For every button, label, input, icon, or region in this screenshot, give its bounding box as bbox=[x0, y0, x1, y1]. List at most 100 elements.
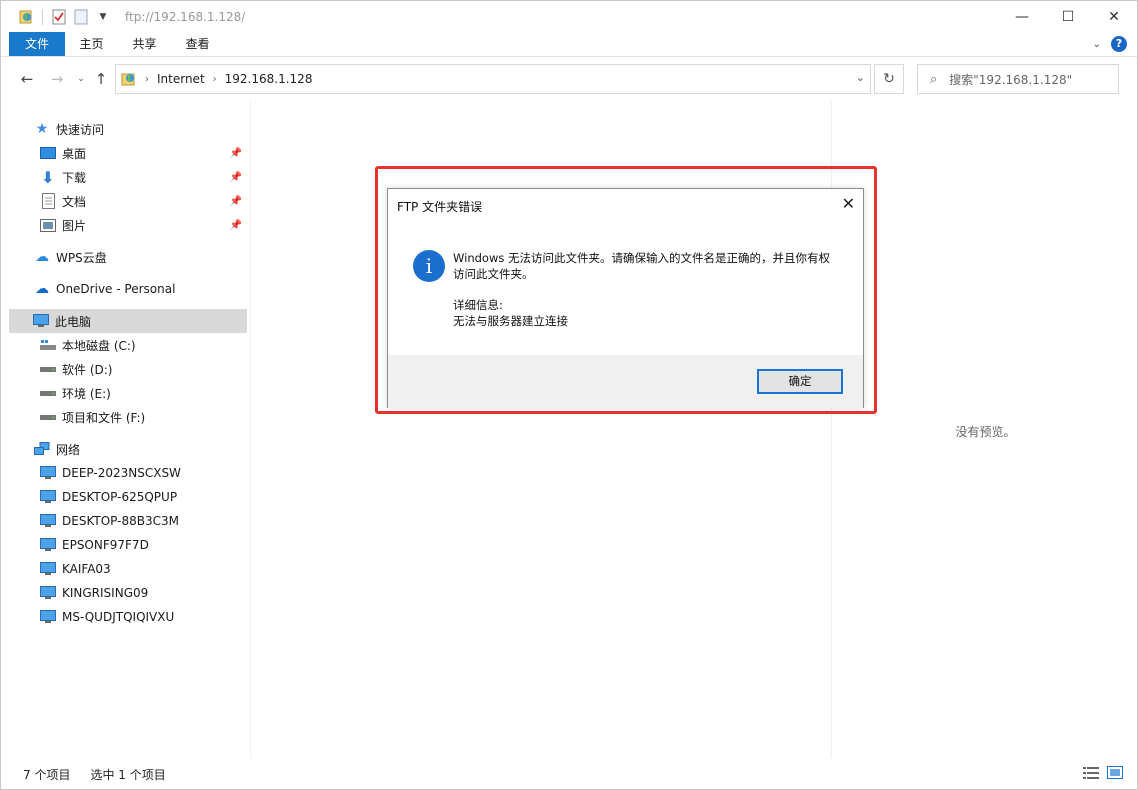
sidebar-item-label: DESKTOP-88B3C3M bbox=[62, 514, 179, 528]
sidebar-item-drive-e[interactable]: 环境 (E:) bbox=[40, 381, 248, 405]
sidebar-item-network[interactable]: 网络 bbox=[34, 437, 248, 461]
sidebar-item-network-computer[interactable]: EPSONF97F7D bbox=[40, 533, 248, 557]
document-icon bbox=[40, 193, 56, 209]
explorer-window: ▼ ftp://192.168.1.128/ — ☐ ✕ 文件 主页 共享 查看… bbox=[0, 0, 1138, 790]
breadcrumb-host[interactable]: 192.168.1.128 bbox=[225, 72, 313, 86]
sidebar-item-downloads[interactable]: ⬇ 下载 📌 bbox=[40, 165, 248, 189]
sidebar-item-this-pc[interactable]: 此电脑 bbox=[9, 309, 247, 333]
details-view-icon[interactable] bbox=[1083, 766, 1099, 783]
tab-file[interactable]: 文件 bbox=[9, 32, 65, 56]
drive-icon bbox=[40, 385, 56, 401]
sidebar-item-network-computer[interactable]: DESKTOP-625QPUP bbox=[40, 485, 248, 509]
search-placeholder: 搜索"192.168.1.128" bbox=[949, 72, 1073, 87]
new-folder-icon[interactable] bbox=[73, 9, 89, 25]
ribbon-right-controls: ⌄ ? bbox=[1093, 36, 1127, 52]
view-switcher bbox=[1083, 766, 1123, 783]
monitor-icon bbox=[40, 537, 56, 553]
forward-arrow-icon[interactable]: → bbox=[47, 69, 67, 89]
no-preview-text: 没有预览。 bbox=[955, 425, 1016, 439]
sidebar-item-label: MS-QUDJTQIQIVXU bbox=[62, 610, 175, 624]
sidebar-item-label: 软件 (D:) bbox=[62, 362, 113, 377]
monitor-icon bbox=[40, 609, 56, 625]
sidebar-item-wps-cloud[interactable]: ☁ WPS云盘 bbox=[34, 245, 248, 269]
title-bar: ▼ ftp://192.168.1.128/ — ☐ ✕ bbox=[1, 1, 1137, 32]
breadcrumb-separator[interactable]: › bbox=[213, 74, 217, 85]
tab-share[interactable]: 共享 bbox=[118, 32, 171, 56]
sidebar-item-label: WPS云盘 bbox=[56, 250, 107, 265]
sidebar-item-label: 此电脑 bbox=[55, 314, 92, 329]
sidebar-item-label: 快速访问 bbox=[56, 122, 105, 137]
info-icon: i bbox=[413, 250, 445, 282]
computer-icon bbox=[33, 313, 49, 329]
sidebar-item-label: 文档 bbox=[62, 194, 87, 209]
up-arrow-icon[interactable]: ↑ bbox=[91, 69, 111, 89]
selected-count: 选中 1 个项目 bbox=[90, 768, 166, 782]
breadcrumb-internet[interactable]: Internet bbox=[157, 72, 205, 86]
tab-home[interactable]: 主页 bbox=[65, 32, 118, 56]
network-icon bbox=[34, 441, 50, 457]
pin-icon[interactable]: 📌 bbox=[230, 172, 242, 183]
sidebar-item-network-computer[interactable]: DESKTOP-88B3C3M bbox=[40, 509, 248, 533]
customize-dropdown-icon[interactable]: ▼ bbox=[95, 9, 111, 25]
sidebar-item-pictures[interactable]: 图片 📌 bbox=[40, 213, 248, 237]
pin-icon[interactable]: 📌 bbox=[230, 220, 242, 231]
quick-access-toolbar: ▼ bbox=[18, 8, 111, 25]
sidebar-item-label: 网络 bbox=[56, 442, 81, 457]
sidebar-item-drive-c[interactable]: 本地磁盘 (C:) bbox=[40, 333, 248, 357]
minimize-button[interactable]: — bbox=[999, 1, 1045, 32]
dialog-body: i Windows 无法访问此文件夹。请确保输入的文件名是正确的，并且你有权访问… bbox=[388, 229, 863, 355]
recent-dropdown-icon[interactable]: ⌄ bbox=[71, 69, 91, 89]
close-button[interactable]: ✕ bbox=[1091, 1, 1137, 32]
dialog-footer: 确定 bbox=[388, 355, 863, 408]
help-icon[interactable]: ? bbox=[1111, 36, 1127, 52]
sidebar-item-label: 环境 (E:) bbox=[62, 386, 111, 401]
ftp-error-dialog: FTP 文件夹错误 ✕ i Windows 无法访问此文件夹。请确保输入的文件名… bbox=[387, 188, 864, 408]
cloud-icon: ☁ bbox=[35, 249, 49, 265]
monitor-icon bbox=[40, 489, 56, 505]
dialog-close-icon[interactable]: ✕ bbox=[842, 194, 855, 213]
address-row: ← → ⌄ ↑ › Internet › 192.168.1.128 ⌄ ↻ ⌕… bbox=[1, 57, 1137, 101]
sidebar-item-network-computer[interactable]: KINGRISING09 bbox=[40, 581, 248, 605]
sidebar-item-quick-access[interactable]: ★ 快速访问 bbox=[34, 117, 248, 141]
sidebar-item-label: EPSONF97F7D bbox=[62, 538, 149, 552]
sidebar-item-network-computer[interactable]: MS-QUDJTQIQIVXU bbox=[40, 605, 248, 629]
large-icons-view-icon[interactable] bbox=[1107, 766, 1123, 783]
address-dropdown-icon[interactable]: ⌄ bbox=[856, 71, 865, 84]
sidebar-item-onedrive[interactable]: ☁ OneDrive - Personal bbox=[34, 277, 248, 301]
pin-icon[interactable]: 📌 bbox=[230, 196, 242, 207]
monitor-icon bbox=[40, 585, 56, 601]
pin-icon[interactable]: 📌 bbox=[230, 148, 242, 159]
search-icon: ⌕ bbox=[930, 71, 938, 87]
maximize-button[interactable]: ☐ bbox=[1045, 1, 1091, 32]
properties-icon[interactable] bbox=[51, 9, 67, 25]
sidebar-item-documents[interactable]: 文档 📌 bbox=[40, 189, 248, 213]
search-input[interactable]: ⌕ 搜索"192.168.1.128" bbox=[917, 64, 1119, 94]
system-drive-icon bbox=[40, 337, 56, 353]
breadcrumb-separator[interactable]: › bbox=[145, 74, 149, 85]
sidebar-item-label: 下载 bbox=[62, 170, 87, 185]
sidebar-item-label: DEEP-2023NSCXSW bbox=[62, 466, 181, 480]
address-bar[interactable]: › Internet › 192.168.1.128 ⌄ bbox=[115, 64, 871, 94]
dialog-details-label: 详细信息: bbox=[453, 298, 503, 312]
sidebar-item-network-computer[interactable]: DEEP-2023NSCXSW bbox=[40, 461, 248, 485]
sidebar-item-network-computer[interactable]: KAIFA03 bbox=[40, 557, 248, 581]
ftp-location-icon bbox=[121, 71, 137, 87]
sidebar-item-label: 项目和文件 (F:) bbox=[62, 410, 146, 425]
sidebar-item-drive-d[interactable]: 软件 (D:) bbox=[40, 357, 248, 381]
navigation-pane: ★ 快速访问 桌面 📌 ⬇ 下载 📌 文档 📌 图片 📌 ☁ WPS云盘 ☁ O… bbox=[1, 101, 251, 758]
back-arrow-icon[interactable]: ← bbox=[17, 69, 37, 89]
ftp-folder-icon[interactable] bbox=[18, 9, 34, 25]
sidebar-item-drive-f[interactable]: 项目和文件 (F:) bbox=[40, 405, 248, 429]
monitor-icon bbox=[40, 513, 56, 529]
window-title: ftp://192.168.1.128/ bbox=[125, 9, 246, 24]
sidebar-item-label: 图片 bbox=[62, 218, 87, 233]
ok-button[interactable]: 确定 bbox=[757, 369, 843, 394]
sidebar-item-label: KAIFA03 bbox=[62, 562, 111, 576]
sidebar-item-desktop[interactable]: 桌面 📌 bbox=[40, 141, 248, 165]
monitor-icon bbox=[40, 561, 56, 577]
expand-ribbon-icon[interactable]: ⌄ bbox=[1093, 39, 1101, 50]
refresh-button[interactable]: ↻ bbox=[874, 64, 904, 94]
drive-icon bbox=[40, 361, 56, 377]
window-controls: — ☐ ✕ bbox=[999, 1, 1137, 32]
tab-view[interactable]: 查看 bbox=[171, 32, 224, 56]
